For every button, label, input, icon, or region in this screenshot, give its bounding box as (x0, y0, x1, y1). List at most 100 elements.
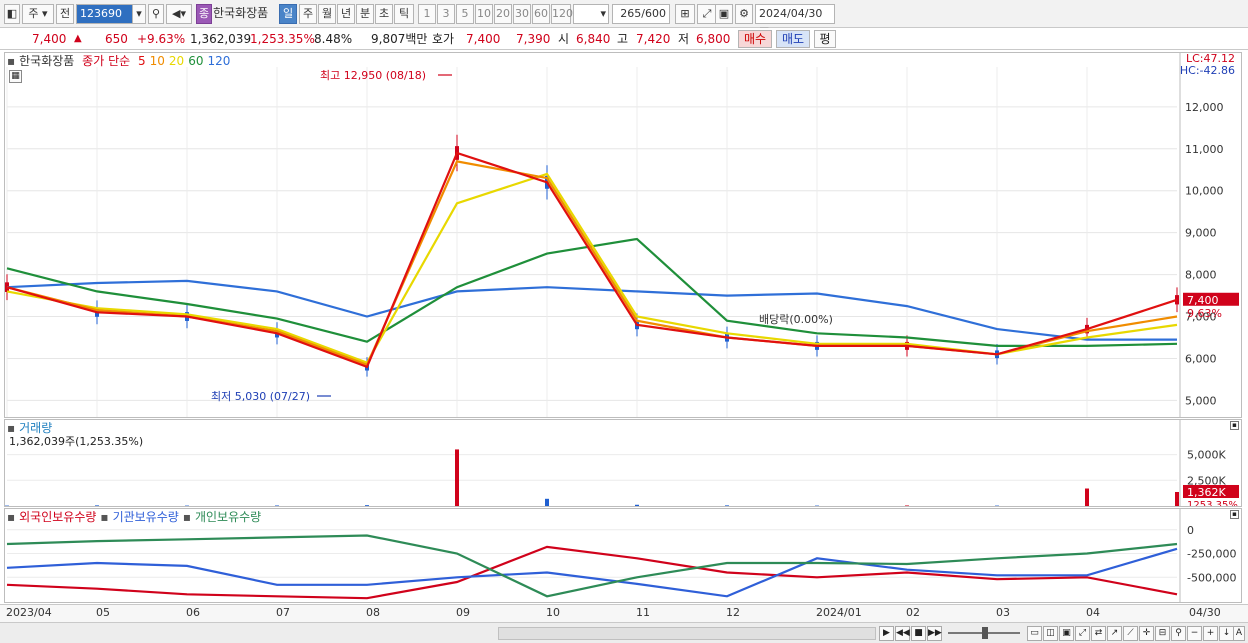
interval-20[interactable]: 20 (494, 4, 512, 24)
price-chart-svg: 12,00011,00010,0009,0008,0007,0006,0005,… (5, 53, 1239, 417)
zoom-icon[interactable]: ⚲ (1171, 626, 1186, 641)
stock-code-value: 123690 (80, 7, 122, 20)
trend-icon[interactable]: ↗ (1107, 626, 1122, 641)
x-axis-label: 08 (366, 606, 380, 619)
x-axis-label: 07 (276, 606, 290, 619)
ruler-icon[interactable]: ⊟ (1155, 626, 1170, 641)
expand-icon[interactable]: ⤢ (1075, 626, 1090, 641)
count-value: 265 (620, 7, 642, 20)
interval-3[interactable]: 3 (437, 4, 455, 24)
period-second[interactable]: 초 (375, 4, 393, 24)
x-axis-label: 09 (456, 606, 470, 619)
plus-icon[interactable]: + (1203, 626, 1218, 641)
quote-bar: 7,400 ▲ 650 +9.63% 1,362,039 1,253.35% 8… (0, 28, 1248, 50)
draw-tool-icon[interactable]: ⤢ (697, 4, 717, 24)
buy-button[interactable]: 매수 (738, 30, 772, 48)
trade-value: 9,807백만 (371, 32, 428, 46)
period-tick[interactable]: 틱 (394, 4, 414, 24)
x-axis-label: 05 (96, 606, 110, 619)
volume-bar (545, 498, 549, 506)
volume-bar (95, 505, 99, 506)
price-y-tick: 8,000 (1185, 269, 1217, 282)
holdings-line (6, 545, 1178, 600)
volume-bar (725, 505, 729, 506)
count-input[interactable]: 265/600 (612, 4, 670, 24)
x-axis-label: 2024/01 (816, 606, 862, 619)
save-icon[interactable]: ▣ (715, 4, 733, 24)
jong-badge[interactable]: 종 (196, 4, 212, 24)
crosshair-icon[interactable]: ✛ (1139, 626, 1154, 641)
high-annotation: 최고 12,950 (08/18) (320, 69, 426, 82)
hc-label: HC:-42.86 (1179, 64, 1235, 77)
date-input[interactable]: 2024/04/30 ▦ (755, 4, 835, 38)
period-day[interactable]: 일 (279, 4, 297, 24)
stop-icon[interactable]: ■ (911, 626, 926, 641)
interval-10[interactable]: 10 (475, 4, 493, 24)
volume-bar (635, 504, 639, 506)
open-price: 6,840 (576, 32, 611, 46)
interval-5[interactable]: 5 (456, 4, 474, 24)
window-icon[interactable]: ◧ (4, 4, 20, 24)
period-unit-select[interactable]: 주 ▾ (22, 4, 54, 24)
chart-type-icon[interactable]: ⊞ (675, 4, 695, 24)
minus-icon[interactable]: − (1187, 626, 1202, 641)
interval-1[interactable]: 1 (418, 4, 436, 24)
price-y-tick: 5,000 (1185, 394, 1217, 407)
x-axis: 04/30 2023/04 05 06 07 08 09 10 11 12 2024/01 02 03… (0, 604, 1248, 622)
volume-last-pct-tag: 1253.35% (1187, 500, 1238, 506)
layout-icon[interactable]: ▭ (1027, 626, 1042, 641)
interval-30[interactable]: 30 (513, 4, 531, 24)
date-value: 2024/04/30 (759, 7, 823, 20)
rewind-icon[interactable]: ◀◀ (895, 626, 910, 641)
last-pct-tag: 9.63% (1187, 307, 1222, 320)
x-axis-label: 03 (996, 606, 1010, 619)
holdings-pane[interactable]: ▪ 외국인보유수량 ▪ 기관보유수량 ▪ 개인보유수량 ▪ 0 -250,000 -500,0… (4, 508, 1242, 603)
font-size-icon[interactable]: A (1233, 626, 1245, 641)
draw-line-icon[interactable]: ⟋ (1123, 626, 1138, 641)
holdings-y-tick: -250,000 (1187, 548, 1236, 561)
overlay-icon[interactable]: ▣ (1059, 626, 1074, 641)
price-chart-pane[interactable]: ▪ 한국화장품 종가 단순 5 10 20 60 120 ▦ 12,000 11,000 10… (4, 52, 1242, 418)
stock-name: 한국화장품 (213, 6, 269, 20)
period-minute[interactable]: 분 (356, 4, 374, 24)
period-week[interactable]: 주 (299, 4, 317, 24)
period-month[interactable]: 월 (318, 4, 336, 24)
x-axis-label: 06 (186, 606, 200, 619)
volume: 1,362,039 (190, 32, 252, 46)
custom-interval-dropdown-icon: ▾ (600, 7, 606, 20)
scroll-right-icon[interactable]: ▶ (879, 626, 894, 641)
price-y-tick: 9,000 (1185, 227, 1217, 240)
gear-icon[interactable]: ⚙ (735, 4, 753, 24)
split-icon[interactable]: ◫ (1043, 626, 1058, 641)
arrow-down-icon[interactable]: ↓ (1219, 626, 1234, 641)
horizontal-scrollbar[interactable] (498, 627, 876, 640)
price-y-tick: 6,000 (1185, 352, 1217, 365)
change-percent: +9.63% (137, 32, 186, 46)
volume-pane[interactable]: ▪ 거래량 1,362,039주(1,253.35%) ▪ 5,000K 2,500… (4, 419, 1242, 507)
x-axis-end-label: 04/30 (1189, 606, 1221, 619)
price-y-tick: 12,000 (1185, 101, 1224, 114)
search-icon[interactable]: ⚲ (148, 4, 164, 24)
interval-60[interactable]: 60 (532, 4, 550, 24)
interval-120[interactable]: 120 (551, 4, 573, 24)
bid-label: 호가 (432, 32, 455, 46)
period-unit-label: 주 (28, 7, 39, 20)
custom-interval-input[interactable]: ▾ (573, 4, 609, 24)
x-axis-label: 12 (726, 606, 740, 619)
price-change: 650 (105, 32, 128, 46)
compare-icon[interactable]: ⇄ (1091, 626, 1106, 641)
bottom-toolbar: ▶ ◀◀ ■ ▶▶ ▭ ◫ ▣ ⤢ ⇄ ↗ ⟋ ✛ ⊟ ⚲ − + ↓ A (0, 622, 1248, 643)
code-dropdown-icon[interactable]: ▾ (132, 4, 146, 24)
ma-line-10 (6, 160, 1178, 367)
low-label: 저 (678, 32, 690, 46)
low-annotation: 최저 5,030 (07/27) (211, 390, 310, 403)
period-year[interactable]: 년 (337, 4, 355, 24)
price-y-tick: 10,000 (1185, 185, 1224, 198)
volume-bar (365, 505, 369, 506)
eval-button[interactable]: 평 (814, 30, 836, 48)
zoom-slider-handle[interactable] (982, 627, 988, 639)
fast-forward-icon[interactable]: ▶▶ (927, 626, 942, 641)
sell-button[interactable]: 매도 (776, 30, 810, 48)
speaker-icon[interactable]: ◀▾ (166, 4, 192, 24)
prev-button[interactable]: 전 (56, 4, 74, 24)
